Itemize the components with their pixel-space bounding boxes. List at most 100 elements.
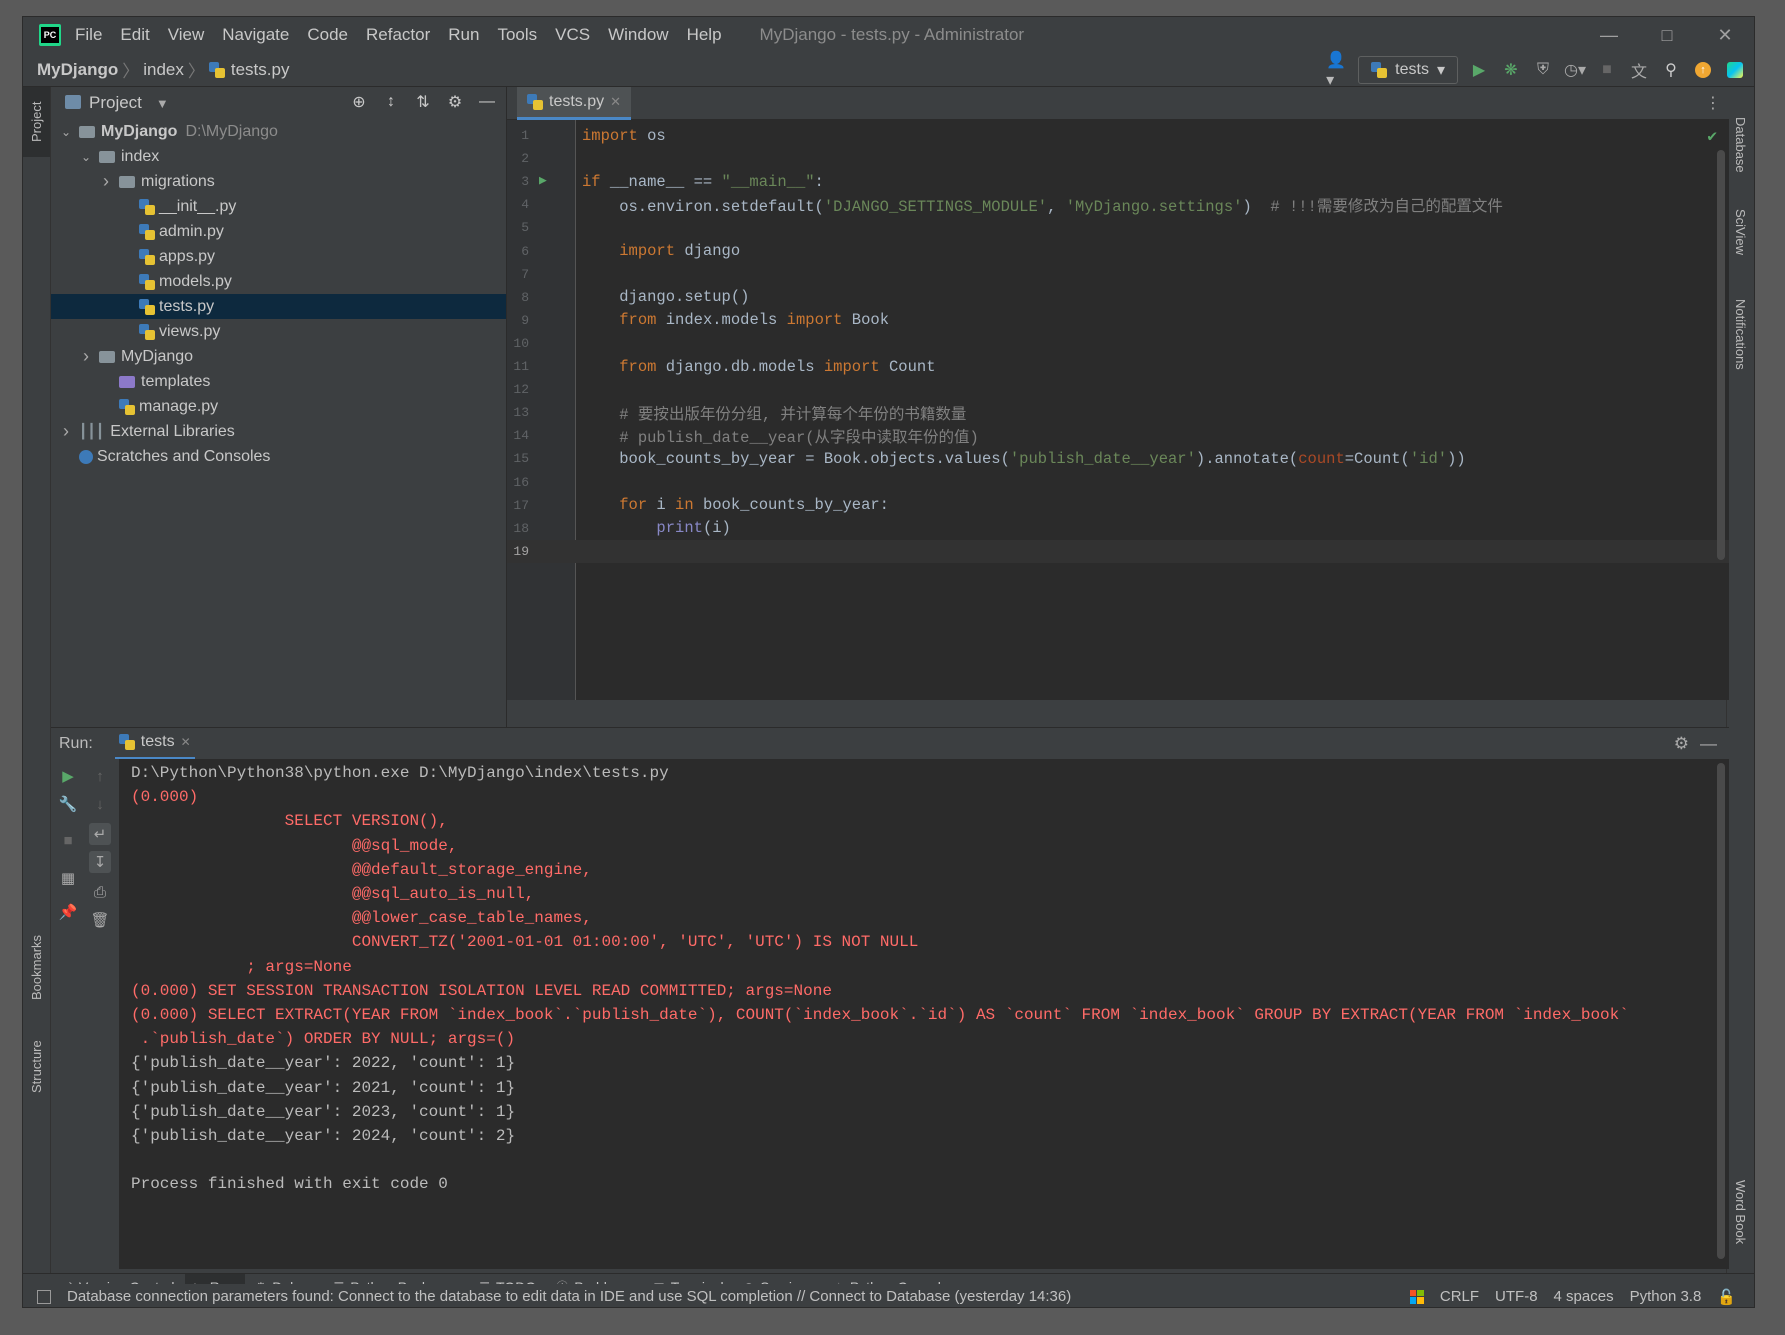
tree-item[interactable]: › migrations xyxy=(51,169,506,194)
menu-vcs[interactable]: VCS xyxy=(555,25,590,45)
database-tool-tab[interactable]: Database xyxy=(1727,105,1754,185)
tree-item[interactable]: apps.py xyxy=(51,244,506,269)
tree-item[interactable]: Scratches and Consoles xyxy=(51,444,506,469)
pin-icon[interactable]: 📌 xyxy=(57,901,79,923)
breadcrumb-file[interactable]: tests.py xyxy=(231,60,290,80)
notifications-tool-tab[interactable]: Notifications xyxy=(1727,282,1754,387)
menu-navigate[interactable]: Navigate xyxy=(222,25,289,45)
word-book-tool-tab[interactable]: Word Book xyxy=(1727,1167,1754,1257)
translate-icon[interactable]: 文 xyxy=(1628,59,1650,81)
menu-view[interactable]: View xyxy=(168,25,205,45)
tree-item[interactable]: ⌄ MyDjango D:\MyDjango xyxy=(51,119,506,144)
layout-toggle-icon[interactable] xyxy=(37,1289,51,1304)
expand-all-icon[interactable]: ↕ xyxy=(380,91,402,113)
collapse-all-icon[interactable]: ⇅ xyxy=(412,91,434,113)
maximize-icon[interactable]: □ xyxy=(1638,17,1696,53)
project-tool-tab[interactable]: Project xyxy=(23,87,50,157)
print-icon[interactable]: ⎙ xyxy=(89,881,111,903)
code-editor[interactable]: ✔ 1 import os 2 3 if __name__ == "__main__":… xyxy=(507,120,1729,700)
tree-item[interactable]: admin.py xyxy=(51,219,506,244)
structure-tool-tab[interactable]: Structure xyxy=(23,1027,50,1107)
line-number: 14 xyxy=(513,428,529,444)
close-tab-icon[interactable]: ✕ xyxy=(181,735,191,749)
menu-run[interactable]: Run xyxy=(448,25,479,45)
trash-icon[interactable]: 🗑 xyxy=(89,909,111,931)
run-tab-tests[interactable]: tests ✕ xyxy=(114,728,195,760)
user-icon[interactable]: 👤▾ xyxy=(1326,52,1348,89)
menu-file[interactable]: File xyxy=(75,25,102,45)
file-encoding[interactable]: UTF-8 xyxy=(1495,1288,1538,1305)
hide-icon[interactable]: — xyxy=(1700,734,1717,754)
hide-icon[interactable]: — xyxy=(476,91,498,113)
layout-icon[interactable]: ▦ xyxy=(57,867,79,889)
run-icon[interactable]: ▶ xyxy=(1468,59,1490,81)
update-icon[interactable]: ↑ xyxy=(1692,59,1714,81)
debug-icon[interactable]: ❋ xyxy=(1500,59,1522,81)
run-gutter-icon[interactable]: ▶ xyxy=(539,173,547,188)
breadcrumb-project[interactable]: MyDjango xyxy=(37,60,118,80)
python-interpreter[interactable]: Python 3.8 xyxy=(1630,1288,1702,1305)
chevron-right-icon[interactable]: › xyxy=(99,171,113,192)
tree-item[interactable]: views.py xyxy=(51,319,506,344)
menu-help[interactable]: Help xyxy=(687,25,722,45)
run-console[interactable]: D:\Python\Python38\python.exe D:\MyDjang… xyxy=(119,759,1729,1269)
tree-item[interactable]: templates xyxy=(51,369,506,394)
jetbrains-toolbox-icon[interactable] xyxy=(1724,59,1746,81)
menu-refactor[interactable]: Refactor xyxy=(366,25,430,45)
lock-icon[interactable]: 🔓 xyxy=(1717,1288,1736,1306)
line-number: 13 xyxy=(513,405,529,421)
project-panel-title[interactable]: Project xyxy=(89,93,142,113)
wrench-icon[interactable]: 🔧 xyxy=(57,793,79,815)
tree-item[interactable]: models.py xyxy=(51,269,506,294)
bookmarks-tool-tab[interactable]: Bookmarks xyxy=(23,917,50,1017)
menu-code[interactable]: Code xyxy=(307,25,348,45)
code-token: django.db.models xyxy=(656,357,824,376)
tree-item[interactable]: tests.py xyxy=(51,294,506,319)
minimize-icon[interactable]: — xyxy=(1580,17,1638,53)
arrow-down-icon[interactable]: ↓ xyxy=(89,793,111,815)
search-icon[interactable]: ⚲ xyxy=(1660,59,1682,81)
more-options-icon[interactable]: ⋮ xyxy=(1705,93,1721,113)
close-tab-icon[interactable]: ✕ xyxy=(610,94,621,110)
soft-wrap-icon[interactable]: ↵ xyxy=(89,823,111,845)
profile-icon[interactable]: ◷▾ xyxy=(1564,59,1586,81)
tree-item[interactable]: manage.py xyxy=(51,394,506,419)
menu-window[interactable]: Window xyxy=(608,25,668,45)
stop-icon[interactable]: ■ xyxy=(57,829,79,851)
close-icon[interactable]: ✕ xyxy=(1696,17,1754,53)
status-message[interactable]: Database connection parameters found: Co… xyxy=(67,1288,1071,1305)
scroll-to-end-icon[interactable]: ↧ xyxy=(89,851,111,873)
code-token: import xyxy=(619,242,676,261)
tree-item-path: D:\MyDjango xyxy=(185,122,278,140)
coverage-icon[interactable]: ⛨ xyxy=(1532,59,1554,81)
chevron-down-icon[interactable]: ⌄ xyxy=(59,125,73,139)
tree-item[interactable]: ⌄ index xyxy=(51,144,506,169)
line-separator[interactable]: CRLF xyxy=(1440,1288,1479,1305)
python-file-icon xyxy=(139,323,155,340)
indent-setting[interactable]: 4 spaces xyxy=(1554,1288,1614,1305)
chevron-down-icon[interactable]: ▼ xyxy=(156,96,169,111)
stop-icon[interactable]: ■ xyxy=(1596,59,1618,81)
menu-tools[interactable]: Tools xyxy=(497,25,537,45)
chevron-right-icon[interactable]: › xyxy=(59,421,73,442)
locate-icon[interactable]: ⊕ xyxy=(348,91,370,113)
run-configuration-select[interactable]: tests ▾ xyxy=(1358,56,1458,84)
chevron-down-icon[interactable]: ⌄ xyxy=(79,150,93,164)
tree-item[interactable]: › MyDjango xyxy=(51,344,506,369)
code-token: os xyxy=(637,126,666,145)
sciview-tool-tab[interactable]: SciView xyxy=(1727,197,1754,267)
editor-scrollbar[interactable] xyxy=(1717,150,1725,560)
rerun-icon[interactable]: ▶ xyxy=(57,765,79,787)
arrow-up-icon[interactable]: ↑ xyxy=(89,765,111,787)
gear-icon[interactable]: ⚙ xyxy=(444,91,466,113)
console-scrollbar[interactable] xyxy=(1717,763,1725,1259)
chevron-right-icon[interactable]: › xyxy=(79,346,93,367)
gear-icon[interactable]: ⚙ xyxy=(1674,734,1689,754)
tab-tests-py[interactable]: tests.py ✕ xyxy=(517,87,632,120)
tree-item[interactable]: __init__.py xyxy=(51,194,506,219)
menu-edit[interactable]: Edit xyxy=(120,25,149,45)
tree-item[interactable]: › ┃┃┃ External Libraries xyxy=(51,419,506,444)
breadcrumb-folder[interactable]: index xyxy=(143,60,184,80)
navigation-bar: MyDjango 〉 index 〉 tests.py 👤▾ tests ▾ ▶… xyxy=(23,52,1754,89)
